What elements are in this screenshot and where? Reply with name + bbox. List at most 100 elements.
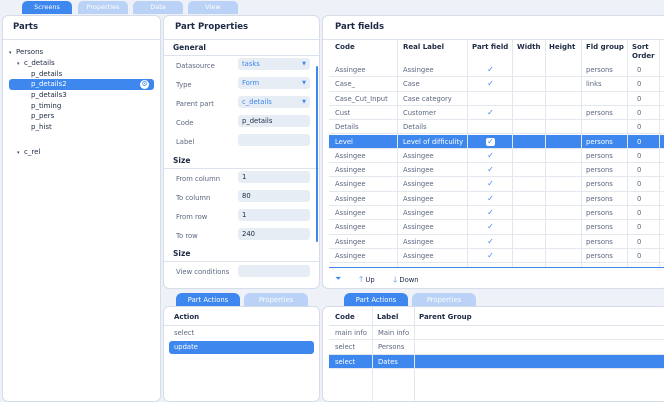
table-row[interactable]: Details Details 0 xyxy=(329,120,664,135)
parent-part-select[interactable]: c_details ▼ xyxy=(238,96,310,108)
to-row-input[interactable]: 240 xyxy=(238,228,310,240)
checkmark-icon[interactable]: ✓ xyxy=(486,237,495,246)
cell-real-label: Assingee xyxy=(403,194,434,203)
col-fld-group[interactable]: Fld group xyxy=(586,43,624,52)
col-real-label[interactable]: Real Label xyxy=(403,43,444,52)
tree-item[interactable]: ▾ c_rel xyxy=(3,147,40,158)
table-row[interactable]: Assingee Assingee persons 0 ✓ xyxy=(329,177,664,192)
cell-real-label: Assingee xyxy=(403,166,434,175)
divider xyxy=(164,55,319,56)
cell-sort-order: 0 xyxy=(637,251,642,260)
cell-real-label: Assingee xyxy=(403,251,434,260)
tab-view[interactable]: View xyxy=(188,1,238,14)
view-conditions-input[interactable] xyxy=(238,265,310,277)
cell-real-label: Assingee xyxy=(403,237,434,246)
cell-sort-order: 0 xyxy=(637,209,642,217)
tree-item[interactable]: p_details2 ⚙ xyxy=(9,79,154,90)
table-row[interactable]: main info Main info xyxy=(329,326,664,341)
checkmark-icon[interactable]: ✓ xyxy=(486,108,495,117)
list-item[interactable]: update xyxy=(169,341,314,354)
col-parent-group[interactable]: Parent Group xyxy=(419,313,472,322)
tree-item[interactable]: p_pers xyxy=(3,111,54,122)
part-properties-panel: Part Properties General Datasource Type … xyxy=(163,15,320,289)
col-part-field[interactable]: Part field xyxy=(472,43,508,52)
col-sort-order[interactable]: Sort Order xyxy=(632,43,655,61)
move-down-button[interactable]: 🡓 Down xyxy=(393,274,419,288)
cell-code: Assingee xyxy=(335,180,366,189)
divider xyxy=(512,39,513,267)
table-row[interactable]: Assingee Assingee persons 0 ✓ xyxy=(329,206,664,221)
checkmark-icon[interactable]: ✓ xyxy=(486,223,495,231)
checkmark-icon[interactable]: ✓ xyxy=(486,151,495,160)
move-up-button[interactable]: 🡑 Up xyxy=(359,274,375,288)
col-label[interactable]: Label xyxy=(377,313,398,322)
cell-real-label: Details xyxy=(403,123,427,132)
cell-sort-order: 0 xyxy=(637,151,642,160)
checkmark-icon[interactable]: ✓ xyxy=(486,137,495,146)
table-row[interactable]: Case_Cut_Input Case category 0 xyxy=(329,92,664,106)
col-code[interactable]: Code xyxy=(335,313,355,322)
col-width[interactable]: Width xyxy=(517,43,540,52)
type-select[interactable]: Form ▼ xyxy=(238,77,310,89)
table-row[interactable]: select Persons xyxy=(329,340,664,355)
checkmark-icon[interactable]: ✓ xyxy=(486,66,495,74)
table-row[interactable]: Cust Customer persons 0 ✓ xyxy=(329,106,664,121)
col-code[interactable]: Code xyxy=(335,43,355,52)
properties-scrollbar[interactable] xyxy=(316,66,318,242)
from-row-input[interactable]: 1 xyxy=(238,209,310,221)
table-row[interactable]: Assingee Assingee persons 0 ✓ xyxy=(329,163,664,178)
tree-item[interactable]: p_details3 xyxy=(3,90,67,101)
checkmark-icon[interactable]: ✓ xyxy=(486,166,495,174)
code-input[interactable]: p_details xyxy=(238,115,310,127)
tab-part-actions-2[interactable]: Part Actions xyxy=(344,293,408,307)
checkmark-icon[interactable]: ✓ xyxy=(486,209,495,217)
table-row[interactable]: Assingee Assingee persons 0 ✓ xyxy=(329,249,664,264)
datasource-select[interactable]: tasks ▼ xyxy=(238,58,310,70)
list-item[interactable]: select xyxy=(169,327,314,340)
cell-code: Case_Cut_Input xyxy=(335,94,388,103)
to-column-input[interactable]: 80 xyxy=(238,190,310,202)
table-row[interactable]: Assingee Assingee persons 0 ✓ xyxy=(329,235,664,249)
col-height[interactable]: Height xyxy=(549,43,575,52)
caret-down-icon[interactable]: ▾ xyxy=(17,148,24,159)
tab-data[interactable]: Data xyxy=(133,1,183,14)
checkmark-icon[interactable]: ✓ xyxy=(486,180,495,188)
tab-properties-2[interactable]: Properties xyxy=(412,293,476,307)
tab-action-properties[interactable]: Properties xyxy=(244,293,308,307)
from-column-input[interactable]: 1 xyxy=(238,171,310,183)
tab-properties[interactable]: Properties xyxy=(78,1,128,14)
parts-title: Parts xyxy=(13,22,39,32)
tree-item[interactable]: ▾ Persons xyxy=(3,47,43,58)
gear-icon[interactable]: ⚙ xyxy=(140,80,149,89)
cell-code: Assingee xyxy=(335,166,366,175)
checkmark-icon[interactable]: ✓ xyxy=(486,194,495,203)
label-input[interactable] xyxy=(238,134,310,146)
divider xyxy=(372,307,373,401)
cell-code: Assingee xyxy=(335,223,366,232)
from-row-label: From row xyxy=(176,213,208,221)
tab-part-actions[interactable]: Part Actions xyxy=(176,293,240,307)
divider xyxy=(397,39,398,267)
cell-fld-group: persons xyxy=(586,66,613,74)
filter-button[interactable]: ⏷ xyxy=(335,274,341,284)
checkmark-icon[interactable]: ✓ xyxy=(486,80,495,88)
divider xyxy=(581,39,582,267)
tree-item[interactable]: p_hist xyxy=(3,122,52,133)
table-row[interactable]: select Dates xyxy=(329,354,664,369)
tab-screens[interactable]: Screens xyxy=(22,1,72,14)
col-action[interactable]: Action xyxy=(174,313,199,322)
table-row[interactable]: Assingee Assingee persons 0 ✓ xyxy=(329,63,664,78)
cell-sort-order: 0 xyxy=(637,166,642,175)
to-column-label: To column xyxy=(176,194,211,202)
tree-item[interactable]: ▾ c_details xyxy=(3,58,55,69)
divider xyxy=(164,168,319,169)
filter-icon: ⏷ xyxy=(335,274,342,283)
checkmark-icon[interactable]: ✓ xyxy=(486,251,495,260)
grid-scrollbar[interactable] xyxy=(329,267,664,268)
table-row[interactable]: Level Level of difficulity persons 0 ✓ xyxy=(329,134,664,149)
table-row[interactable]: Assingee Assingee persons 0 ✓ xyxy=(329,220,664,235)
cell-sort-order: 0 xyxy=(637,194,642,203)
table-row[interactable]: Case_ Case links 0 ✓ xyxy=(329,77,664,92)
table-row[interactable]: Assingee Assingee persons 0 ✓ xyxy=(329,192,664,206)
table-row[interactable]: Assingee Assingee persons 0 ✓ xyxy=(329,149,664,164)
